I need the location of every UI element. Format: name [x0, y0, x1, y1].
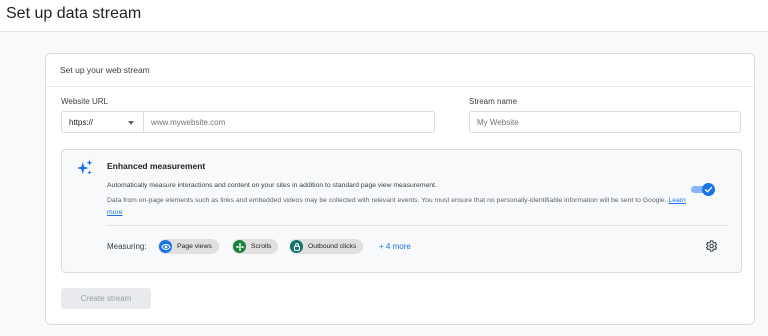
- stream-name-input[interactable]: [469, 111, 741, 133]
- chip-page-views: Page views: [158, 239, 219, 254]
- chip-outbound-clicks: Outbound clicks: [289, 239, 364, 254]
- page-title: Set up data stream: [6, 5, 142, 22]
- card-title: Set up your web stream: [60, 65, 150, 75]
- top-bar: Set up data stream: [0, 0, 768, 32]
- caret-down-icon: [128, 121, 134, 125]
- note-text: Data from on-page elements such as links…: [107, 197, 667, 204]
- lock-icon: [290, 240, 303, 253]
- divider: [107, 225, 727, 226]
- card-header: Set up your web stream: [46, 54, 754, 87]
- check-icon: [704, 186, 713, 193]
- enhanced-measurement-title: Enhanced measurement: [107, 161, 206, 171]
- stream-name-label: Stream name: [469, 97, 518, 106]
- chip-scrolls: Scrolls: [232, 239, 279, 254]
- sparkle-icon: [76, 159, 93, 175]
- crosshair-icon: [233, 240, 246, 253]
- create-stream-button[interactable]: Create stream: [61, 288, 151, 309]
- measuring-label: Measuring:: [107, 242, 147, 251]
- enhanced-measurement-note: Data from on-page elements such as links…: [107, 195, 697, 219]
- toggle-knob: [702, 183, 715, 196]
- enhanced-measurement-panel: Enhanced measurement Automatically measu…: [61, 149, 742, 273]
- web-stream-card: Set up your web stream Website URL https…: [45, 53, 755, 325]
- protocol-select[interactable]: https://: [61, 111, 143, 133]
- more-measurements-link[interactable]: + 4 more: [379, 242, 411, 251]
- website-url-input[interactable]: [143, 111, 435, 133]
- eye-icon: [159, 240, 172, 253]
- protocol-value: https://: [69, 118, 94, 127]
- enhanced-measurement-description: Automatically measure interactions and c…: [107, 182, 437, 189]
- website-url-label: Website URL: [61, 97, 108, 106]
- enhanced-measurement-toggle[interactable]: [691, 183, 715, 196]
- chip-label: Scrolls: [251, 243, 272, 250]
- chip-label: Outbound clicks: [308, 243, 357, 250]
- gear-icon[interactable]: [704, 239, 718, 253]
- chip-label: Page views: [177, 243, 212, 250]
